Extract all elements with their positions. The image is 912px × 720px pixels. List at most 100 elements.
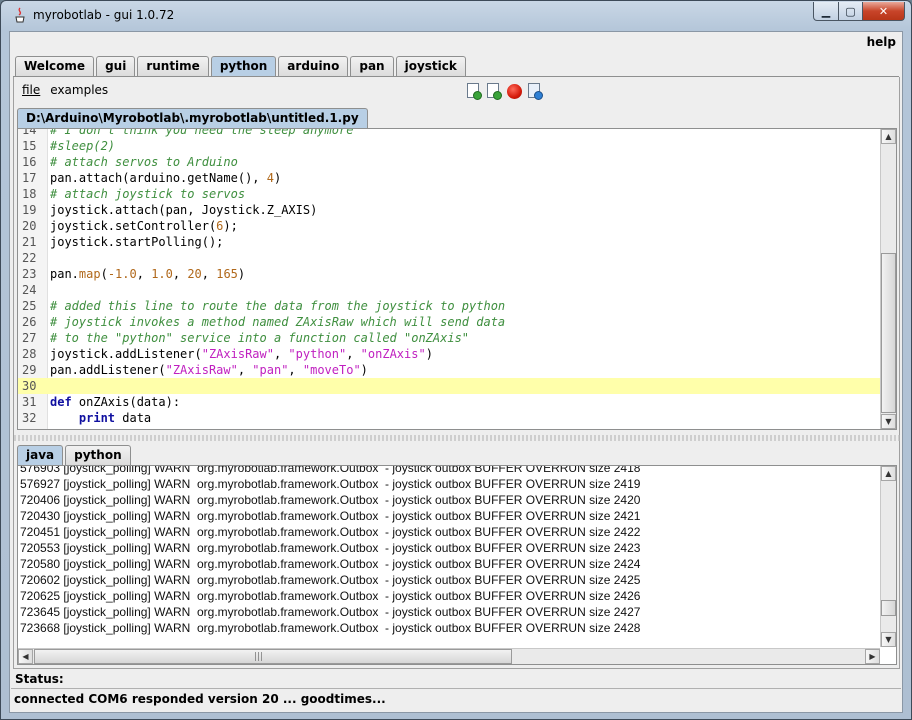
main-tabs: Welcome gui runtime python arduino pan j… (15, 56, 468, 76)
examples-menu[interactable]: examples (45, 79, 113, 103)
code-text: pan.map(-1.0, 1.0, 20, 165) (50, 267, 246, 281)
scroll-up-icon[interactable]: ▲ (881, 129, 896, 144)
code-text: # attach joystick to servos (50, 187, 246, 201)
minimize-button[interactable]: ▁ (813, 2, 839, 21)
code-line[interactable]: 30 (18, 378, 880, 394)
log-line: 720553 [joystick_polling] WARN org.myrob… (20, 541, 641, 555)
log-line: 720602 [joystick_polling] WARN org.myrob… (20, 573, 641, 587)
editor-scroll-thumb[interactable] (881, 253, 896, 413)
scroll-left-icon[interactable]: ◀ (18, 649, 33, 664)
line-number: 24 (22, 283, 37, 297)
close-button[interactable]: ✕ (862, 2, 905, 21)
log-line: 720625 [joystick_polling] WARN org.myrob… (20, 589, 641, 603)
code-line[interactable]: 25 # added this line to route the data fr… (18, 298, 880, 314)
code-editor[interactable]: 14 # I don't think you need the sleep any… (17, 128, 897, 430)
code-lines: 14 # I don't think you need the sleep any… (18, 128, 880, 426)
open-file-icon[interactable] (486, 83, 502, 100)
code-line[interactable]: 27 # to the "python" service into a funct… (18, 330, 880, 346)
scroll-up-icon[interactable]: ▲ (881, 466, 896, 481)
code-text: joystick.setController(6); (50, 219, 238, 233)
code-line[interactable]: 29 pan.addListener("ZAxisRaw", "pan", "mo… (18, 362, 880, 378)
code-text: def onZAxis(data): (50, 395, 181, 409)
console-vertical-scrollbar[interactable]: ▲ ▼ (880, 466, 896, 647)
code-line[interactable]: 21 joystick.startPolling(); (18, 234, 880, 250)
code-text: print data (78, 411, 152, 425)
tab-welcome[interactable]: Welcome (15, 56, 95, 76)
code-line[interactable]: 24 (18, 282, 880, 298)
line-number: 18 (22, 187, 37, 201)
help-menu[interactable]: help (867, 35, 896, 49)
status-label: Status: (15, 672, 64, 686)
maximize-icon: ▢ (845, 4, 856, 18)
tab-runtime[interactable]: runtime (137, 56, 209, 76)
line-number: 14 (22, 128, 37, 137)
tab-arduino[interactable]: arduino (278, 56, 349, 76)
console-hscroll-thumb[interactable] (34, 649, 512, 664)
line-number: 26 (22, 315, 37, 329)
tab-pan[interactable]: pan (350, 56, 394, 76)
code-line[interactable]: 32 print data (18, 410, 880, 426)
code-line[interactable]: 17 pan.attach(arduino.getName(), 4) (18, 170, 880, 186)
code-line[interactable]: 22 (18, 250, 880, 266)
code-line[interactable]: 28 joystick.addListener("ZAxisRaw", "pyth… (18, 346, 880, 362)
line-number: 32 (22, 411, 37, 425)
client-area: help Welcome gui runtime python arduino … (9, 31, 903, 713)
log-line: 723645 [joystick_polling] WARN org.myrob… (20, 605, 641, 619)
code-line[interactable]: 23 pan.map(-1.0, 1.0, 20, 165) (18, 266, 880, 282)
code-text: # added this line to route the data from… (50, 299, 506, 313)
code-text: # attach servos to Arduino (50, 155, 238, 169)
tab-joystick[interactable]: joystick (395, 56, 466, 76)
line-number: 30 (22, 379, 37, 393)
log-line: 720430 [joystick_polling] WARN org.myrob… (20, 509, 641, 523)
log-line: 720580 [joystick_polling] WARN org.myrob… (20, 557, 641, 571)
console-scroll-thumb[interactable] (881, 600, 896, 616)
line-number: 19 (22, 203, 37, 217)
tab-python[interactable]: python (210, 56, 277, 76)
java-app-icon (15, 7, 25, 23)
help-bar: help (10, 32, 902, 54)
log-line: 720451 [joystick_polling] WARN org.myrob… (20, 525, 641, 539)
line-number: 27 (22, 331, 37, 345)
tab-python-console[interactable]: python (65, 445, 131, 465)
code-text: # to the "python" service into a functio… (50, 331, 470, 345)
editor-vertical-scrollbar[interactable]: ▲ ▼ (880, 129, 896, 429)
code-line[interactable]: 18 # attach joystick to servos (18, 186, 880, 202)
code-line[interactable]: 16 # attach servos to Arduino (18, 154, 880, 170)
close-icon: ✕ (878, 4, 889, 18)
file-tab[interactable]: D:\Arduino\Myrobotlab\.myrobotlab\untitl… (17, 108, 368, 128)
tab-java-console[interactable]: java (17, 445, 64, 465)
scroll-down-icon[interactable]: ▼ (881, 632, 896, 647)
line-number: 20 (22, 219, 37, 233)
console-output[interactable]: 576903 [joystick_polling] WARN org.myrob… (17, 465, 897, 665)
code-line[interactable]: 20 joystick.setController(6); (18, 218, 880, 234)
code-text: joystick.startPolling(); (50, 235, 224, 249)
scroll-right-icon[interactable]: ▶ (865, 649, 880, 664)
code-line[interactable]: 19 joystick.attach(pan, Joystick.Z_AXIS) (18, 202, 880, 218)
scroll-down-icon[interactable]: ▼ (881, 414, 896, 429)
title-bar[interactable]: myrobotlab - gui 1.0.72 ▁ ▢ ✕ (1, 1, 911, 29)
window-title: myrobotlab - gui 1.0.72 (33, 8, 175, 22)
python-panel: file examples D:\Arduino\Myrobotlab\.myr… (13, 77, 900, 669)
status-divider (11, 688, 901, 689)
line-number: 29 (22, 363, 37, 377)
log-line: 576927 [joystick_polling] WARN org.myrob… (20, 477, 641, 491)
code-line[interactable]: 26 # joystick invokes a method named ZAxi… (18, 314, 880, 330)
save-file-icon[interactable] (527, 83, 543, 100)
file-menu[interactable]: file (17, 79, 45, 103)
tab-gui[interactable]: gui (96, 56, 136, 76)
console-horizontal-scrollbar[interactable]: ◀ ||| ▶ (18, 648, 880, 664)
code-line[interactable]: 14 # I don't think you need the sleep any… (18, 128, 880, 138)
code-text: # I don't think you need the sleep anymo… (50, 128, 354, 137)
line-number: 15 (22, 139, 37, 153)
line-number: 16 (22, 155, 37, 169)
new-file-icon[interactable] (466, 83, 482, 100)
line-number: 31 (22, 395, 37, 409)
log-line: 723668 [joystick_polling] WARN org.myrob… (20, 621, 641, 635)
code-text: pan.addListener("ZAxisRaw", "pan", "move… (50, 363, 368, 377)
split-pane-divider[interactable] (14, 435, 900, 441)
code-text: joystick.addListener("ZAxisRaw", "python… (50, 347, 433, 361)
stop-icon[interactable] (506, 83, 523, 100)
code-line[interactable]: 15 #sleep(2) (18, 138, 880, 154)
code-line[interactable]: 31 def onZAxis(data): (18, 394, 880, 410)
maximize-button[interactable]: ▢ (838, 2, 863, 21)
